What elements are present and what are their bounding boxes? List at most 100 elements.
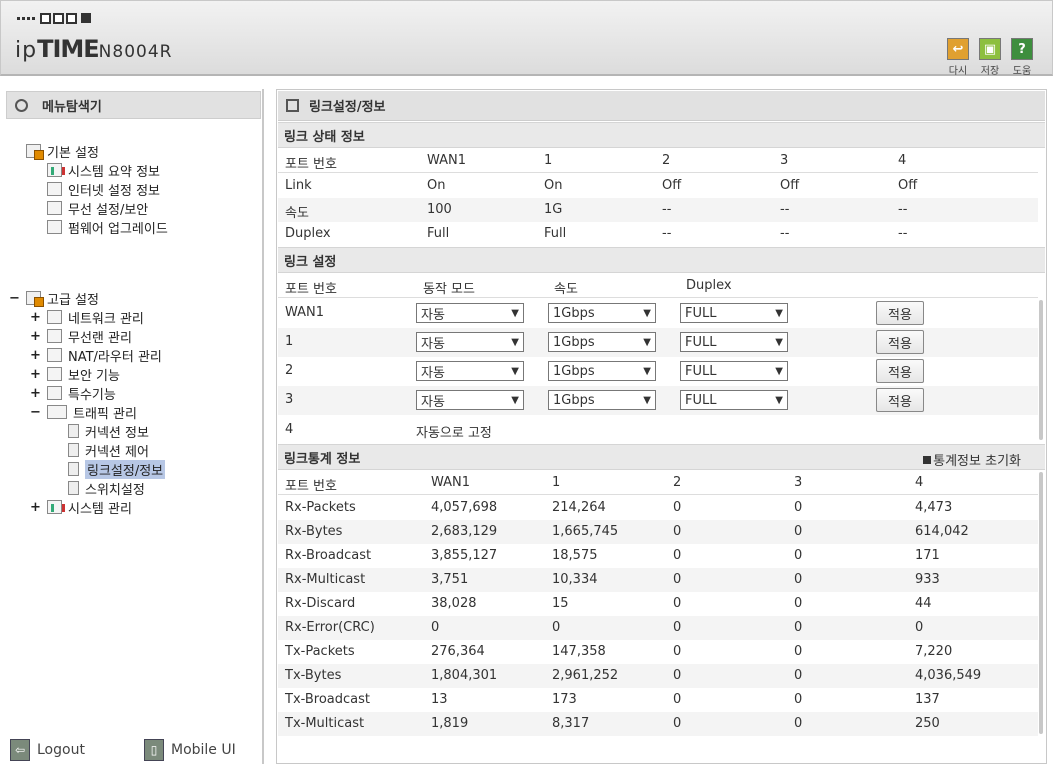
folder-icon bbox=[26, 144, 44, 160]
table-row: Rx-Multicast 3,751 10,334 0 0 933 bbox=[278, 568, 1038, 592]
mode-select[interactable]: 자동 ▼ bbox=[416, 303, 524, 323]
mode-select[interactable]: 자동 ▼ bbox=[416, 390, 524, 410]
reset-stats-label: 통계정보 초기화 bbox=[933, 454, 1021, 469]
col-header: 4 bbox=[898, 153, 907, 168]
tree-basic-settings[interactable]: 기본 설정 bbox=[26, 142, 99, 161]
chevron-down-icon: ▼ bbox=[643, 365, 651, 377]
search-icon bbox=[15, 98, 28, 112]
brand-ip: ip bbox=[15, 38, 38, 63]
stat-label: Rx-Bytes bbox=[285, 524, 343, 539]
col-header: 2 bbox=[673, 475, 682, 490]
wireless-icon bbox=[47, 201, 62, 215]
cell: 100 bbox=[427, 202, 452, 217]
reset-stats-button[interactable]: 통계정보 초기화 bbox=[923, 450, 1021, 469]
logo-dots bbox=[17, 13, 91, 24]
tree-label: 보안 기능 bbox=[68, 368, 120, 384]
stat-value: 147,358 bbox=[552, 644, 606, 659]
model-name: N8004R bbox=[98, 42, 173, 62]
duplex-select[interactable]: FULL ▼ bbox=[680, 303, 788, 323]
speed-select[interactable]: 1Gbps ▼ bbox=[548, 361, 656, 381]
expand-icon[interactable]: + bbox=[30, 386, 41, 401]
stat-label: Rx-Packets bbox=[285, 500, 356, 515]
tree-label: 시스템 관리 bbox=[68, 501, 132, 517]
app-header: ipTIMEN8004R ↩ 다시 ▣ 저장 ? 도움 bbox=[0, 0, 1053, 77]
tree-advanced-settings[interactable]: − 고급 설정 bbox=[9, 289, 99, 308]
brand-logo: ipTIMEN8004R bbox=[15, 35, 172, 63]
tree-label: 특수기능 bbox=[68, 387, 116, 403]
apply-button[interactable]: 적용 bbox=[876, 301, 924, 325]
apply-button[interactable]: 적용 bbox=[876, 359, 924, 383]
expand-icon[interactable]: + bbox=[30, 500, 41, 515]
expand-icon[interactable]: + bbox=[30, 310, 41, 325]
tree-network-management[interactable]: + 네트워크 관리 bbox=[30, 308, 144, 327]
apply-button[interactable]: 적용 bbox=[876, 388, 924, 412]
col-header: 3 bbox=[780, 153, 789, 168]
expand-icon[interactable]: + bbox=[30, 367, 41, 382]
speed-select[interactable]: 1Gbps ▼ bbox=[548, 390, 656, 410]
tree-security[interactable]: + 보안 기능 bbox=[30, 365, 120, 384]
apply-button[interactable]: 적용 bbox=[876, 330, 924, 354]
tree-label: 펌웨어 업그레이드 bbox=[68, 221, 168, 237]
brand-time: TIME bbox=[37, 35, 100, 63]
tree-link-settings[interactable]: 링크설정/정보 bbox=[68, 459, 166, 479]
link-stats-title: 링크통계 정보 통계정보 초기화 bbox=[278, 444, 1045, 470]
port-label: 2 bbox=[285, 363, 294, 378]
tree-connection-info[interactable]: 커넥션 정보 bbox=[68, 422, 149, 441]
network-icon bbox=[47, 310, 62, 324]
stat-label: Rx-Broadcast bbox=[285, 548, 372, 563]
tree-internet-info[interactable]: 인터넷 설정 정보 bbox=[47, 180, 160, 199]
tree-label: 무선 설정/보안 bbox=[68, 202, 149, 218]
stat-value: 0 bbox=[794, 500, 803, 515]
cell: Full bbox=[427, 226, 450, 241]
tree-label: NAT/라우터 관리 bbox=[68, 349, 162, 365]
tree-switch-settings[interactable]: 스위치설정 bbox=[68, 479, 145, 498]
stat-value: 0 bbox=[794, 524, 803, 539]
square-icon bbox=[923, 455, 932, 464]
duplex-select[interactable]: FULL ▼ bbox=[680, 390, 788, 410]
link-stats-scrollbar[interactable] bbox=[1039, 472, 1043, 734]
mode-select[interactable]: 자동 ▼ bbox=[416, 332, 524, 352]
stat-label: Tx-Bytes bbox=[285, 668, 342, 683]
tree-nat-router[interactable]: + NAT/라우터 관리 bbox=[30, 346, 162, 365]
logout-link[interactable]: ⇦ Logout bbox=[10, 739, 85, 761]
cell: Link bbox=[285, 178, 312, 193]
tree-system-summary[interactable]: 시스템 요약 정보 bbox=[47, 161, 160, 180]
speed-select[interactable]: 1Gbps ▼ bbox=[548, 332, 656, 352]
main-panel: 링크설정/정보 링크 상태 정보 포트 번호 WAN1 1 2 3 4 Link… bbox=[276, 89, 1047, 764]
expand-icon[interactable]: + bbox=[30, 329, 41, 344]
tree-special-features[interactable]: + 특수기능 bbox=[30, 384, 116, 403]
tree-wlan-management[interactable]: + 무선랜 관리 bbox=[30, 327, 132, 346]
undo-label: 다시 bbox=[948, 66, 968, 77]
tree-traffic-management[interactable]: − 트래픽 관리 bbox=[30, 403, 137, 422]
expand-icon[interactable]: + bbox=[30, 348, 41, 363]
folder-icon bbox=[26, 291, 44, 307]
table-row: Tx-Bytes 1,804,301 2,961,252 0 0 4,036,549 bbox=[278, 664, 1038, 688]
collapse-icon[interactable]: − bbox=[9, 291, 20, 306]
help-button[interactable]: ? 도움 bbox=[1009, 38, 1035, 77]
save-button[interactable]: ▣ 저장 bbox=[977, 38, 1003, 77]
chevron-down-icon: ▼ bbox=[511, 307, 519, 319]
page-icon bbox=[68, 424, 79, 438]
duplex-select[interactable]: FULL ▼ bbox=[680, 332, 788, 352]
tree-connection-control[interactable]: 커넥션 제어 bbox=[68, 441, 149, 460]
tree-system-management[interactable]: + 시스템 관리 bbox=[30, 498, 132, 517]
stat-value: 0 bbox=[673, 620, 682, 635]
mode-select[interactable]: 자동 ▼ bbox=[416, 361, 524, 381]
stat-value: 0 bbox=[552, 620, 561, 635]
stat-value: 0 bbox=[673, 716, 682, 731]
collapse-icon[interactable]: − bbox=[30, 405, 41, 420]
tree-label: 무선랜 관리 bbox=[68, 330, 132, 346]
stat-value: 0 bbox=[431, 620, 440, 635]
link-setting-row-2: 2 자동 ▼ 1Gbps ▼ FULL ▼ 적용 bbox=[278, 357, 1038, 386]
speed-select[interactable]: 1Gbps ▼ bbox=[548, 303, 656, 323]
duplex-select[interactable]: FULL ▼ bbox=[680, 361, 788, 381]
undo-button[interactable]: ↩ 다시 bbox=[945, 38, 971, 77]
col-header: 속도 bbox=[554, 282, 578, 297]
mobile-ui-link[interactable]: ▯ Mobile UI bbox=[144, 739, 236, 761]
table-row: Tx-Packets 276,364 147,358 0 0 7,220 bbox=[278, 640, 1038, 664]
chart-icon bbox=[47, 163, 65, 177]
tree-firmware-upgrade[interactable]: 펌웨어 업그레이드 bbox=[47, 218, 168, 237]
save-icon: ▣ bbox=[979, 38, 1001, 60]
tree-wireless-security[interactable]: 무선 설정/보안 bbox=[47, 199, 149, 218]
link-settings-scrollbar[interactable] bbox=[1039, 300, 1043, 440]
